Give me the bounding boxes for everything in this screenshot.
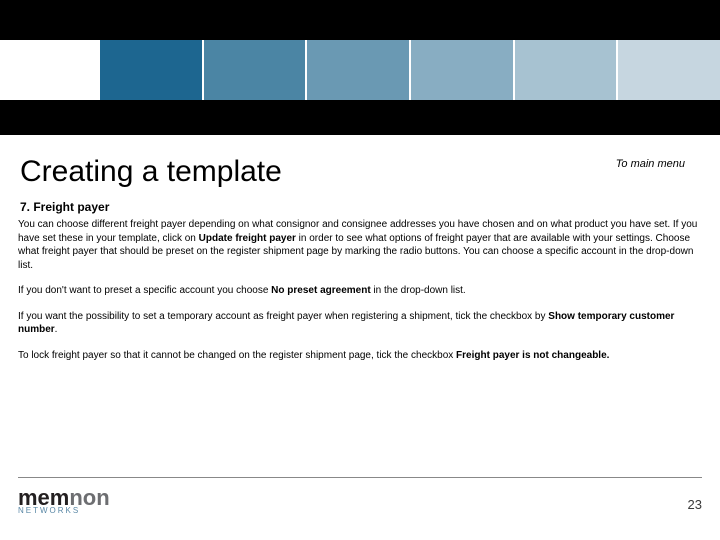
p4-text-a: To lock freight payer so that it cannot …: [18, 350, 456, 361]
logo: memnon NETWORKS: [18, 488, 158, 515]
footer-divider: [18, 477, 702, 478]
paragraph-3: If you want the possibility to set a tem…: [18, 310, 702, 337]
p1-bold: Update freight payer: [199, 233, 296, 244]
band-black-top: [0, 0, 720, 40]
title-area: Creating a template: [20, 155, 700, 189]
p2-text-c: in the drop-down list.: [371, 285, 466, 296]
p3-text-c: .: [55, 324, 58, 335]
body-text: You can choose different freight payer d…: [18, 218, 702, 374]
p2-bold: No preset agreement: [271, 285, 370, 296]
page-title: Creating a template: [20, 155, 700, 189]
paragraph-2: If you don't want to preset a specific a…: [18, 284, 702, 298]
header-band: [0, 0, 720, 140]
band-black-bottom: [0, 100, 720, 135]
paragraph-4: To lock freight payer so that it cannot …: [18, 349, 702, 363]
main-menu-link[interactable]: To main menu: [616, 158, 685, 170]
slide: Creating a template To main menu 7. Frei…: [0, 0, 720, 540]
p4-bold: Freight payer is not changeable.: [456, 350, 609, 361]
p3-text-a: If you want the possibility to set a tem…: [18, 311, 548, 322]
page-number: 23: [688, 497, 702, 512]
section-subheading: 7. Freight payer: [20, 200, 109, 214]
p2-text-a: If you don't want to preset a specific a…: [18, 285, 271, 296]
paragraph-1: You can choose different freight payer d…: [18, 218, 702, 272]
